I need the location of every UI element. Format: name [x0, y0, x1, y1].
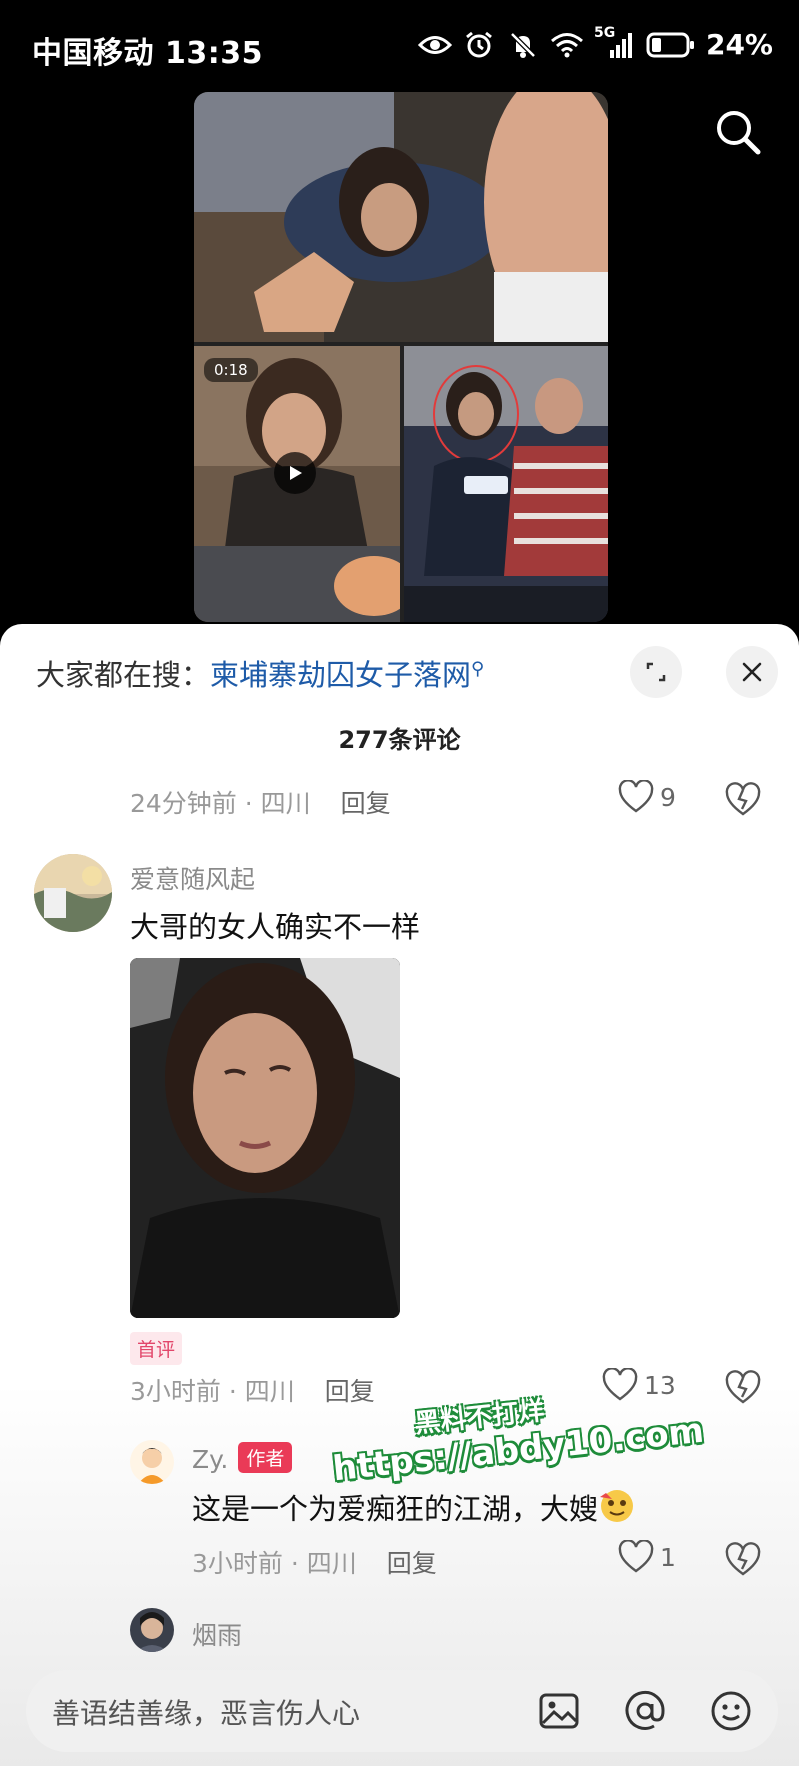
- hot-search-banner[interactable]: 大家都在搜：柬埔寨劫囚女子落网⚲: [36, 652, 484, 694]
- search-icon: [717, 111, 761, 155]
- heart-icon: [618, 1540, 654, 1573]
- alarm-icon: [462, 29, 496, 61]
- reply-button[interactable]: 回复: [341, 789, 391, 818]
- comment-input-bar[interactable]: 善语结善缘，恶言伤人心: [26, 1670, 778, 1752]
- video-duration: 0:18: [204, 358, 258, 382]
- first-comment-badge: 首评: [130, 1332, 183, 1365]
- signal-icon: 5G: [594, 25, 636, 61]
- expand-icon: [646, 662, 666, 682]
- broken-heart-icon: [725, 1370, 761, 1404]
- emoji-icon: [598, 1487, 636, 1532]
- comment-input[interactable]: 善语结善缘，恶言伤人心: [52, 1692, 360, 1732]
- broken-heart-icon: [725, 1542, 761, 1576]
- video-player[interactable]: 0:18: [194, 92, 608, 622]
- mute-icon: [506, 29, 540, 61]
- status-bar: 中国移动 13:35 5G 24%: [0, 0, 799, 88]
- comment-time-location: 3小时前 · 四川: [192, 1549, 357, 1578]
- dislike-button[interactable]: [724, 1370, 762, 1406]
- mention-icon[interactable]: [622, 1688, 668, 1734]
- play-icon: [290, 466, 302, 480]
- collage-photo-top: [194, 92, 608, 342]
- search-button[interactable]: [712, 106, 764, 158]
- reply-button[interactable]: 回复: [325, 1377, 375, 1406]
- status-icons: 5G 24%: [417, 25, 773, 61]
- reply-text-row: 这是一个为爱痴狂的江湖，大嫂: [192, 1486, 636, 1532]
- author-badge: 作者: [238, 1442, 293, 1473]
- comment-text: 大哥的女人确实不一样: [130, 910, 421, 944]
- comment-username[interactable]: 爱意随风起: [130, 860, 255, 896]
- like-button[interactable]: 9: [618, 780, 676, 814]
- avatar[interactable]: [130, 1608, 174, 1652]
- image-icon[interactable]: [536, 1688, 582, 1734]
- reply-username[interactable]: Zy.: [192, 1445, 228, 1474]
- expand-button[interactable]: [630, 646, 682, 698]
- comment-image[interactable]: [130, 958, 400, 1318]
- network-label: 5G: [593, 24, 616, 41]
- broken-heart-icon: [725, 782, 761, 816]
- comment-count: 277条评论: [338, 726, 461, 754]
- comment-meta: 3小时前 · 四川 回复: [192, 1544, 437, 1580]
- comment-meta: 3小时前 · 四川 回复: [130, 1372, 375, 1408]
- hot-search-prefix: 大家都在搜：: [36, 658, 211, 692]
- battery-percent: 24%: [705, 28, 773, 61]
- wifi-icon: [550, 29, 584, 61]
- comment-meta: 24分钟前 · 四川 回复: [130, 784, 391, 820]
- play-button[interactable]: [274, 452, 316, 494]
- battery-icon: [646, 29, 696, 61]
- collage-video-thumbnail[interactable]: 0:18: [194, 346, 414, 622]
- comment-sheet: 大家都在搜：柬埔寨劫囚女子落网⚲ 277条评论 24分钟前 · 四川 回复 9 爱…: [0, 624, 799, 1766]
- avatar[interactable]: [130, 1440, 174, 1484]
- avatar[interactable]: [34, 854, 112, 932]
- dislike-button[interactable]: [724, 1542, 762, 1578]
- comment-time-location: 3小时前 · 四川: [130, 1377, 295, 1406]
- like-count: 9: [660, 782, 676, 812]
- reply-user-row: Zy. 作者: [192, 1442, 293, 1474]
- hot-search-term[interactable]: 柬埔寨劫囚女子落网: [210, 658, 471, 692]
- close-icon: [742, 662, 762, 682]
- eye-icon: [417, 29, 452, 61]
- emoji-icon[interactable]: [708, 1688, 754, 1734]
- carrier-time: 中国移动 13:35: [32, 36, 263, 71]
- like-count: 1: [660, 1542, 676, 1572]
- collage-photo-right: [404, 346, 608, 622]
- search-icon: ⚲: [471, 658, 485, 680]
- reply-text: 这是一个为爱痴狂的江湖，大嫂: [192, 1492, 599, 1526]
- comment-time-location: 24分钟前 · 四川: [130, 789, 311, 818]
- heart-icon: [618, 780, 654, 813]
- comment-username[interactable]: 烟雨: [192, 1616, 242, 1652]
- close-button[interactable]: [726, 646, 778, 698]
- dislike-button[interactable]: [724, 782, 762, 818]
- like-button[interactable]: 1: [618, 1540, 676, 1574]
- reply-button[interactable]: 回复: [387, 1549, 437, 1578]
